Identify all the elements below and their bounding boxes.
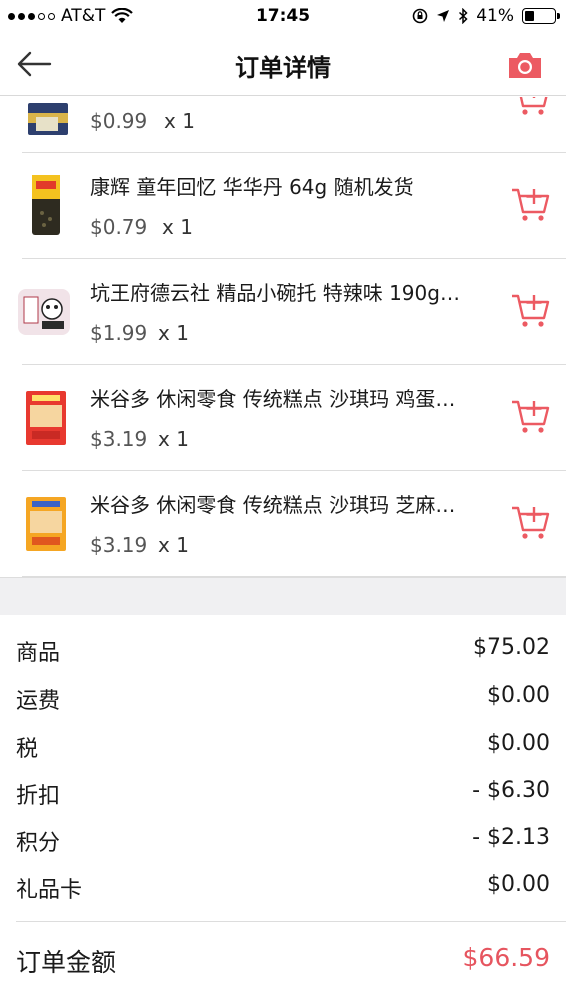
tax-label: 税: [16, 737, 39, 762]
order-total-value: $66.59: [462, 943, 550, 972]
order-total-row: 订单金额 $66.59: [16, 937, 550, 977]
subtotal-row: 商品 $75.02: [16, 629, 550, 669]
order-total-label: 订单金额: [16, 948, 117, 977]
section-separator: [0, 577, 566, 615]
tax-row: 税 $0.00: [16, 725, 550, 765]
list-item[interactable]: 坑王府德云社 精品小碗托 特辣味 190g… $1.99 x 1: [18, 259, 566, 365]
points-label: 积分: [16, 831, 61, 856]
product-price: $0.79: [90, 215, 148, 239]
nav-bar: 订单详情: [0, 34, 566, 96]
product-quantity: x 1: [158, 321, 189, 345]
product-name: 米谷多 休闲零食 传统糕点 沙琪玛 芝麻…: [90, 493, 456, 517]
add-to-cart-icon[interactable]: [510, 97, 550, 117]
product-price: $3.19: [90, 533, 148, 557]
product-thumbnail: [28, 103, 68, 135]
add-to-cart-icon[interactable]: [510, 397, 550, 435]
list-item[interactable]: 米谷多 休闲零食 传统糕点 沙琪玛 芝麻… $3.19 x 1: [22, 471, 566, 577]
location-arrow-icon: [437, 10, 450, 22]
add-to-cart-icon[interactable]: [510, 503, 550, 541]
points-row: 积分 - $2.13: [16, 819, 550, 859]
discount-label: 折扣: [16, 784, 61, 809]
product-price: $3.19: [90, 427, 148, 451]
product-thumbnail: [32, 175, 60, 235]
discount-row: 折扣 - $6.30: [16, 772, 550, 812]
product-thumbnail: [26, 497, 66, 551]
shipping-row: 运费 $0.00: [16, 677, 550, 717]
add-to-cart-icon[interactable]: [510, 291, 550, 329]
subtotal-value: $75.02: [473, 635, 550, 660]
discount-value: - $6.30: [472, 778, 550, 803]
product-price: $1.99: [90, 321, 148, 345]
giftcard-label: 礼品卡: [16, 878, 83, 903]
list-item[interactable]: 米谷多 休闲零食 传统糕点 沙琪玛 鸡蛋… $3.19 x 1: [22, 365, 566, 471]
add-to-cart-icon[interactable]: [510, 185, 550, 223]
points-value: - $2.13: [472, 825, 550, 850]
giftcard-value: $0.00: [487, 872, 550, 897]
shipping-value: $0.00: [487, 683, 550, 708]
status-right: 41%: [412, 6, 560, 26]
list-item[interactable]: $0.99 x 1: [22, 97, 566, 153]
product-name: 坑王府德云社 精品小碗托 特辣味 190g…: [90, 281, 460, 305]
rotation-lock-icon: [412, 8, 428, 24]
page-title: 订单详情: [235, 54, 331, 82]
list-item[interactable]: 康辉 童年回忆 华华丹 64g 随机发货 $0.79 x 1: [22, 153, 566, 259]
order-items-list: $0.99 x 1 康辉 童年回忆 华华丹 64g 随机发货 $0.79 x 1: [0, 97, 566, 577]
giftcard-row: 礼品卡 $0.00: [16, 866, 550, 906]
product-quantity: x 1: [162, 215, 193, 239]
battery-percent: 41%: [476, 6, 514, 26]
product-quantity: x 1: [164, 109, 195, 133]
product-thumbnail: [26, 391, 66, 445]
product-price: $0.99: [90, 109, 148, 133]
battery-icon: [522, 8, 560, 24]
product-thumbnail: [18, 289, 70, 335]
subtotal-label: 商品: [16, 641, 61, 666]
shipping-label: 运费: [16, 689, 61, 714]
camera-icon[interactable]: [506, 50, 544, 80]
status-bar: AT&T 17:45 41%: [0, 0, 566, 34]
summary-divider: [16, 921, 566, 922]
product-quantity: x 1: [158, 533, 189, 557]
tax-value: $0.00: [487, 731, 550, 756]
bluetooth-icon: [459, 8, 468, 24]
product-name: 米谷多 休闲零食 传统糕点 沙琪玛 鸡蛋…: [90, 387, 456, 411]
product-name: 康辉 童年回忆 华华丹 64g 随机发货: [90, 175, 414, 199]
product-quantity: x 1: [158, 427, 189, 451]
